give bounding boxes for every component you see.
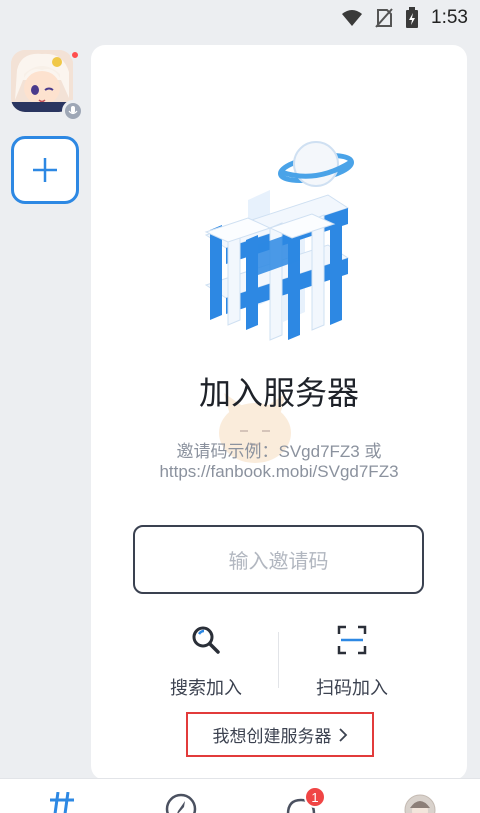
action-divider: [278, 632, 279, 688]
search-join-label: 搜索加入: [170, 678, 242, 699]
nav-profile-tab[interactable]: [404, 794, 436, 813]
invite-hint-url: https://fanbook.mobi/SVgd7FZ3: [159, 462, 399, 481]
plus-icon: [33, 158, 57, 182]
search-icon: [186, 620, 226, 660]
chevron-right-icon: [338, 727, 347, 742]
invite-hint: 邀请码示例：SVgd7FZ3 或: [176, 442, 382, 461]
page-title: 加入服务器: [198, 374, 359, 412]
invite-code-input[interactable]: 输入邀请码: [133, 525, 424, 594]
scan-join-label: 扫码加入: [316, 678, 388, 699]
nav-servers-tab[interactable]: [48, 791, 76, 813]
wifi-icon: [342, 10, 363, 26]
create-server-link[interactable]: 我想创建服务器: [186, 712, 374, 757]
add-server-button[interactable]: [11, 136, 79, 204]
status-bar: 1:53: [0, 0, 480, 36]
hash-icon: [50, 791, 74, 813]
battery-charging-icon: [406, 7, 419, 28]
no-sim-icon: [375, 8, 393, 28]
server-hash-illustration-icon: [204, 141, 355, 341]
scan-icon: [332, 620, 372, 660]
scan-join-button[interactable]: 扫码加入: [292, 620, 412, 700]
messages-badge: 1: [304, 786, 326, 808]
server-avatar[interactable]: [11, 50, 73, 112]
voice-badge-icon: [62, 100, 84, 122]
nav-discover-tab[interactable]: [164, 792, 198, 813]
status-time: 1:53: [431, 7, 468, 28]
create-server-label: 我想创建服务器: [212, 727, 332, 747]
unread-dot: [70, 50, 80, 60]
search-join-button[interactable]: 搜索加入: [146, 620, 266, 700]
profile-avatar: [404, 794, 436, 813]
compass-icon: [165, 793, 197, 813]
